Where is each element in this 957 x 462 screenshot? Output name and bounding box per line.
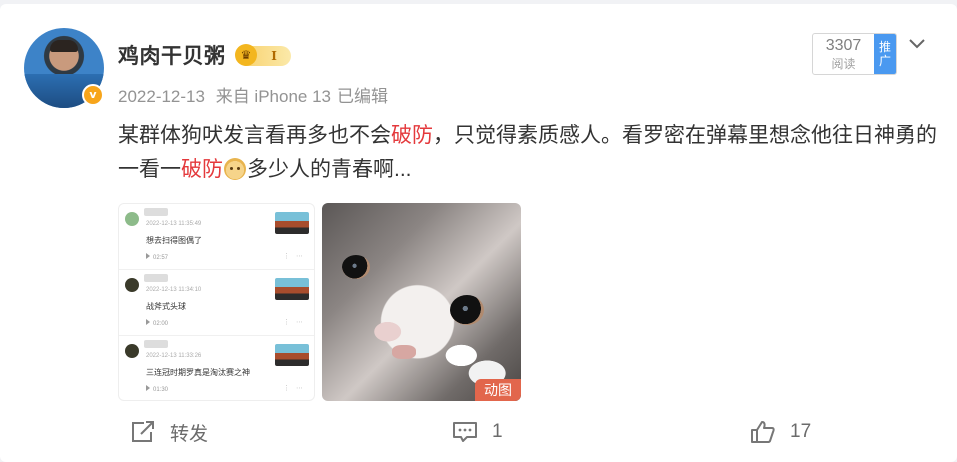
like-count: 17 bbox=[790, 421, 812, 442]
duration-value: 02:00 bbox=[153, 321, 169, 327]
post-date[interactable]: 2022-12-13 bbox=[118, 87, 205, 106]
comment-text: 三连冠时期罗真是淘汰赛之神 bbox=[146, 368, 250, 377]
blurred-username bbox=[144, 274, 168, 282]
duration-value: 02:57 bbox=[153, 255, 169, 261]
cat-eye-right bbox=[450, 295, 484, 325]
post-actions: 转发 1 17 bbox=[0, 412, 957, 452]
like-button[interactable]: 17 bbox=[750, 412, 811, 452]
gif-tag: 动图 bbox=[475, 379, 521, 401]
topic-link-pofang-2[interactable]: 破防 bbox=[181, 158, 223, 181]
play-icon bbox=[146, 319, 150, 325]
topic-link-pofang-1[interactable]: 破防 bbox=[391, 124, 433, 147]
comment-time: 2022-12-13 11:34:10 bbox=[146, 287, 202, 293]
list-item: 2022-12-13 11:34:10 战斧式头球 02:00 ⋮⋯ bbox=[119, 270, 314, 336]
video-thumbnail bbox=[275, 344, 309, 366]
edited-label[interactable]: 已编辑 bbox=[337, 87, 388, 106]
post-meta: 2022-12-13 来自 iPhone 13 已编辑 bbox=[118, 82, 394, 107]
like-icon bbox=[751, 421, 775, 443]
list-item: 2022-12-13 11:35:49 想去扫得图偶了 02:57 ⋮⋯ bbox=[119, 204, 314, 270]
comment-duration: 02:00 bbox=[146, 319, 168, 327]
avatar bbox=[125, 212, 139, 226]
content-text-3: 多少人的青春啊... bbox=[247, 158, 412, 181]
content-text-1: 某群体狗吠发言看再多也不会 bbox=[118, 124, 391, 147]
doge-emoji-icon bbox=[224, 158, 246, 180]
member-level-badge[interactable]: ♛ I bbox=[235, 44, 291, 66]
comment-duration: 02:57 bbox=[146, 253, 168, 261]
repost-button[interactable]: 转发 bbox=[130, 412, 208, 452]
comment-action-icons: ⋮⋯ bbox=[283, 253, 309, 260]
comment-action-icons: ⋮⋯ bbox=[283, 385, 309, 392]
post-content: 某群体狗吠发言看再多也不会破防，只觉得素质感人。看罗密在弹幕里想念他往日神勇的一… bbox=[118, 119, 938, 187]
play-icon bbox=[146, 253, 150, 259]
comment-duration: 01:30 bbox=[146, 385, 168, 393]
chevron-down-icon[interactable] bbox=[907, 34, 927, 54]
blurred-username bbox=[144, 208, 168, 216]
comment-text: 想去扫得图偶了 bbox=[146, 236, 202, 245]
read-count: 3307 阅读 bbox=[813, 34, 874, 74]
comment-time: 2022-12-13 11:35:49 bbox=[146, 221, 202, 227]
comment-count: 1 bbox=[492, 421, 503, 442]
repost-label: 转发 bbox=[170, 423, 209, 445]
blurred-username bbox=[144, 340, 168, 348]
crown-icon: ♛ bbox=[235, 44, 257, 66]
crying-cat-gif[interactable]: 动图 bbox=[322, 203, 521, 401]
list-item: 2022-12-13 11:33:26 三连冠时期罗真是淘汰赛之神 01:30 … bbox=[119, 336, 314, 400]
comment-list-image[interactable]: 2022-12-13 11:35:49 想去扫得图偶了 02:57 ⋮⋯ 202… bbox=[118, 203, 315, 401]
play-icon bbox=[146, 385, 150, 391]
read-count-number: 3307 bbox=[825, 37, 862, 54]
cat-eye-left bbox=[342, 255, 370, 279]
comment-text: 战斧式头球 bbox=[146, 302, 186, 311]
weibo-post-card: v 鸡肉干贝粥 ♛ I 2022-12-13 来自 iPhone 13 已编辑 3… bbox=[0, 4, 957, 462]
promote-label-1: 推 bbox=[878, 40, 891, 54]
comment-time: 2022-12-13 11:33:26 bbox=[146, 353, 202, 359]
user-avatar[interactable]: v bbox=[24, 28, 104, 108]
promote-label-2: 广 bbox=[878, 54, 891, 68]
verified-badge-icon: v bbox=[82, 84, 104, 106]
comment-button[interactable]: 1 bbox=[452, 412, 503, 452]
video-thumbnail bbox=[275, 278, 309, 300]
level-label: I bbox=[271, 49, 277, 63]
promote-button[interactable]: 推 广 bbox=[874, 34, 896, 74]
video-thumbnail bbox=[275, 212, 309, 234]
username[interactable]: 鸡肉干贝粥 bbox=[118, 40, 226, 70]
comment-icon bbox=[453, 422, 477, 442]
repost-icon bbox=[132, 421, 154, 442]
avatar bbox=[125, 278, 139, 292]
duration-value: 01:30 bbox=[153, 387, 169, 393]
avatar bbox=[125, 344, 139, 358]
comment-action-icons: ⋮⋯ bbox=[283, 319, 309, 326]
cat-nose bbox=[392, 345, 416, 359]
post-source: 来自 iPhone 13 bbox=[215, 87, 331, 106]
read-count-label: 阅读 bbox=[831, 57, 856, 71]
read-count-box: 3307 阅读 推 广 bbox=[812, 33, 897, 75]
